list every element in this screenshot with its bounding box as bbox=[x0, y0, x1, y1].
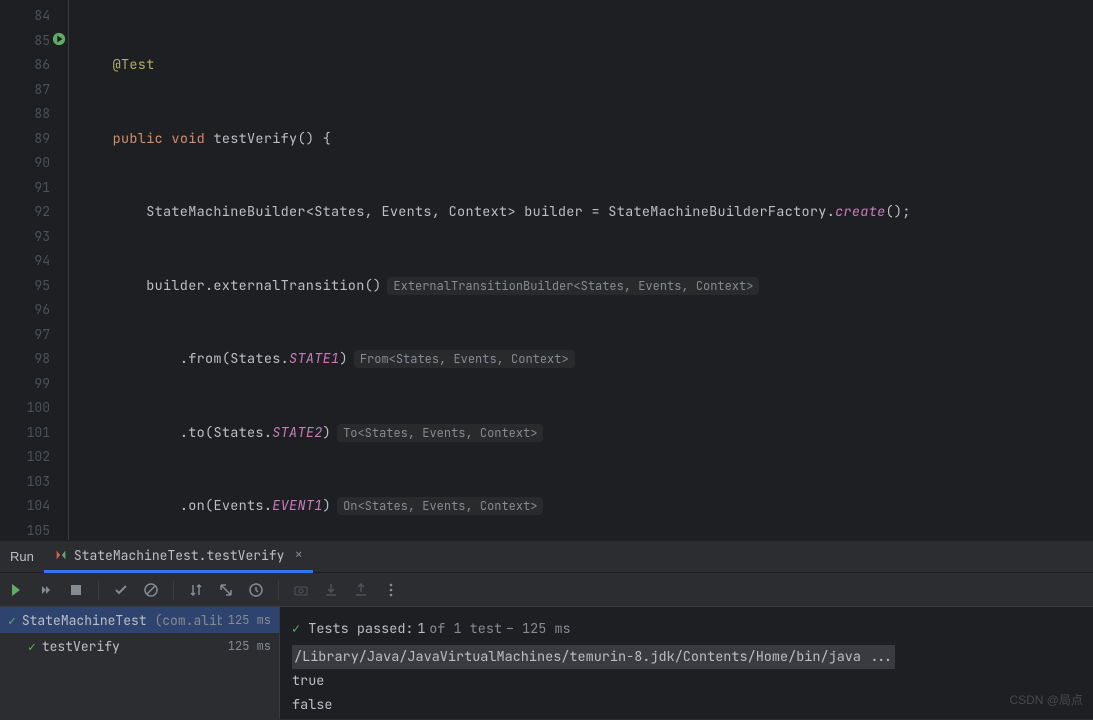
line-number: 93 bbox=[0, 225, 50, 250]
run-label: Run bbox=[0, 549, 44, 564]
line-number: 94 bbox=[0, 249, 50, 274]
annotation: @Test bbox=[113, 56, 155, 74]
rerun-icon[interactable] bbox=[8, 582, 24, 598]
line-number: 85 bbox=[0, 29, 50, 54]
method-name: testVerify bbox=[213, 130, 297, 148]
console-output[interactable]: ✓ Tests passed: 1 of 1 test – 125 ms /Li… bbox=[280, 607, 1093, 719]
tree-time: 125 ms bbox=[228, 612, 271, 628]
check-icon: ✓ bbox=[8, 612, 16, 629]
check-icon: ✓ bbox=[28, 638, 36, 655]
type-hint: ExternalTransitionBuilder<States, Events… bbox=[387, 277, 759, 295]
line-number: 98 bbox=[0, 347, 50, 372]
run-tab-label: StateMachineTest.testVerify bbox=[74, 547, 285, 564]
tree-row-class[interactable]: ✓ StateMachineTest (com.aliba 125 ms bbox=[0, 607, 279, 633]
close-tab-icon[interactable]: × bbox=[294, 546, 302, 564]
screenshot-icon[interactable] bbox=[293, 582, 309, 598]
rerun-failed-icon[interactable] bbox=[38, 582, 54, 598]
console-line: /Library/Java/JavaVirtualMachines/temuri… bbox=[292, 645, 1081, 669]
console-line: true bbox=[292, 669, 1081, 693]
type-hint: To<States, Events, Context> bbox=[337, 424, 543, 442]
line-number: 105 bbox=[0, 519, 50, 544]
line-number: 97 bbox=[0, 323, 50, 348]
show-passed-icon[interactable] bbox=[113, 582, 129, 598]
line-number: 96 bbox=[0, 298, 50, 323]
line-number: 89 bbox=[0, 127, 50, 152]
import-icon[interactable] bbox=[323, 582, 339, 598]
type-hint: From<States, Events, Context> bbox=[354, 350, 575, 368]
tree-label: testVerify bbox=[42, 638, 222, 655]
show-ignored-icon[interactable] bbox=[143, 582, 159, 598]
line-number: 88 bbox=[0, 102, 50, 127]
enum-constant: EVENT1 bbox=[272, 497, 322, 515]
results-area: ✓ StateMachineTest (com.aliba 125 ms ✓ t… bbox=[0, 607, 1093, 719]
enum-constant: STATE2 bbox=[272, 424, 322, 442]
tree-time: 125 ms bbox=[228, 638, 271, 654]
tree-label: StateMachineTest (com.aliba bbox=[22, 612, 222, 629]
run-tab[interactable]: StateMachineTest.testVerify × bbox=[44, 541, 313, 573]
run-tool-window: Run StateMachineTest.testVerify × ✓ Stat… bbox=[0, 540, 1093, 719]
line-number: 87 bbox=[0, 78, 50, 103]
console-line: false bbox=[292, 693, 1081, 717]
line-number: 100 bbox=[0, 396, 50, 421]
line-number: 86 bbox=[0, 53, 50, 78]
test-config-icon bbox=[54, 548, 68, 562]
line-number: 103 bbox=[0, 470, 50, 495]
line-number: 90 bbox=[0, 151, 50, 176]
test-summary: ✓ Tests passed: 1 of 1 test – 125 ms bbox=[292, 613, 1081, 645]
stop-icon[interactable] bbox=[68, 582, 84, 598]
history-icon[interactable] bbox=[248, 582, 264, 598]
line-number: 92 bbox=[0, 200, 50, 225]
type: StateMachineBuilder bbox=[146, 203, 306, 221]
keyword: public bbox=[113, 130, 163, 148]
run-gutter-icon[interactable] bbox=[52, 32, 66, 46]
run-toolbar bbox=[0, 573, 1093, 607]
separator bbox=[98, 580, 99, 600]
expand-icon[interactable] bbox=[218, 582, 234, 598]
separator bbox=[173, 580, 174, 600]
enum-constant: STATE1 bbox=[289, 350, 339, 368]
separator bbox=[278, 580, 279, 600]
line-number: 91 bbox=[0, 176, 50, 201]
line-number: 99 bbox=[0, 372, 50, 397]
code-editor[interactable]: @Test public void testVerify() { StateMa… bbox=[68, 0, 1093, 540]
more-icon[interactable] bbox=[383, 582, 399, 598]
sort-icon[interactable] bbox=[188, 582, 204, 598]
editor-area: 84 85 86 87 88 89 90 91 92 93 94 95 96 9… bbox=[0, 0, 1093, 540]
line-number: 101 bbox=[0, 421, 50, 446]
test-tree[interactable]: ✓ StateMachineTest (com.aliba 125 ms ✓ t… bbox=[0, 607, 280, 719]
keyword: void bbox=[171, 130, 205, 148]
gutter: 84 85 86 87 88 89 90 91 92 93 94 95 96 9… bbox=[0, 0, 68, 540]
line-number: 102 bbox=[0, 445, 50, 470]
run-tabs: Run StateMachineTest.testVerify × bbox=[0, 541, 1093, 573]
type-hint: On<States, Events, Context> bbox=[337, 497, 543, 515]
line-number: 84 bbox=[0, 4, 50, 29]
watermark: CSDN @局点 bbox=[1009, 691, 1083, 708]
tree-row-method[interactable]: ✓ testVerify 125 ms bbox=[0, 633, 279, 659]
line-number: 95 bbox=[0, 274, 50, 299]
export-icon[interactable] bbox=[353, 582, 369, 598]
punct: () { bbox=[297, 130, 331, 148]
line-number: 104 bbox=[0, 494, 50, 519]
static-method: create bbox=[835, 203, 885, 221]
